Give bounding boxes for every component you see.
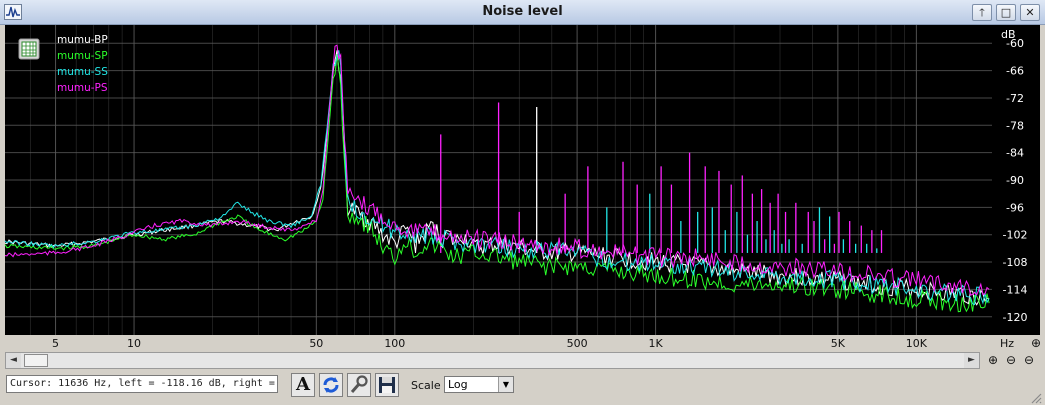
x-tick-label: 1K xyxy=(648,337,663,350)
y-tick-label: -90 xyxy=(1006,174,1024,187)
title-bar: Noise level 🡑 □ ✕ xyxy=(0,0,1045,25)
chevron-down-icon: ▼ xyxy=(498,377,513,392)
scale-dropdown[interactable]: Log ▼ xyxy=(444,376,514,393)
y-tick-label: -66 xyxy=(1006,65,1024,78)
y-tick-label: -120 xyxy=(1003,311,1028,324)
wrench-icon xyxy=(350,375,368,393)
y-axis-unit-label: dB xyxy=(1001,28,1016,41)
cursor-readout: Cursor: 11636 Hz, left = -118.16 dB, rig… xyxy=(6,375,278,393)
resize-grip-icon[interactable] xyxy=(1030,392,1042,404)
refresh-icon xyxy=(323,377,339,393)
close-button[interactable]: ✕ xyxy=(1020,4,1040,21)
x-tick-label: 5 xyxy=(52,337,59,350)
zoom-reset-icon[interactable]: ⊕ xyxy=(1029,336,1043,350)
y-tick-label: -96 xyxy=(1006,201,1024,214)
horizontal-scrollbar[interactable]: ◄ ► xyxy=(5,352,980,369)
y-tick-label: -108 xyxy=(1003,256,1028,269)
bottom-toolbar: Cursor: 11636 Hz, left = -118.16 dB, rig… xyxy=(0,371,1045,405)
y-tick-label: -78 xyxy=(1006,119,1024,132)
x-tick-label: 10K xyxy=(906,337,928,350)
x-tick-label: 500 xyxy=(567,337,588,350)
maximize-button[interactable]: □ xyxy=(996,4,1016,21)
save-button[interactable] xyxy=(375,373,399,397)
x-axis-unit-label: Hz xyxy=(1000,337,1014,350)
legend-entry: mumu-BP xyxy=(57,34,108,46)
y-tick-label: -102 xyxy=(1003,229,1028,242)
y-tick-label: -84 xyxy=(1006,147,1024,160)
zoom-fit-button[interactable]: ⊖ xyxy=(1021,352,1037,369)
zoom-in-button[interactable]: ⊕ xyxy=(985,352,1001,369)
scale-value: Log xyxy=(448,378,468,391)
font-button[interactable]: A xyxy=(291,373,315,397)
legend-entry: mumu-PS xyxy=(57,82,108,94)
floppy-disk-icon xyxy=(379,377,395,393)
refresh-button[interactable] xyxy=(319,373,343,397)
x-tick-label: 100 xyxy=(384,337,405,350)
scroll-left-button[interactable]: ◄ xyxy=(6,353,21,368)
scroll-right-button[interactable]: ► xyxy=(964,353,979,368)
zoom-out-button[interactable]: ⊖ xyxy=(1003,352,1019,369)
settings-button[interactable] xyxy=(347,373,371,397)
restore-button[interactable]: 🡑 xyxy=(972,4,992,21)
y-tick-label: -114 xyxy=(1003,283,1028,296)
x-tick-label: 5K xyxy=(831,337,846,350)
y-tick-label: -72 xyxy=(1006,92,1024,105)
scroll-thumb[interactable] xyxy=(24,354,48,367)
legend-entry: mumu-SP xyxy=(57,50,108,62)
scale-label: Scale xyxy=(411,379,441,392)
legend-entry: mumu-SS xyxy=(57,66,108,78)
noise-level-chart[interactable]: 5 10 50 100 500 1K 5K 10K -60-66-72-78-84-90-96… xyxy=(4,25,1040,351)
x-tick-label: 10 xyxy=(127,337,141,350)
font-icon: A xyxy=(296,374,310,395)
legend-icon[interactable] xyxy=(18,38,40,60)
window-title: Noise level xyxy=(482,4,563,19)
x-tick-label: 50 xyxy=(309,337,323,350)
